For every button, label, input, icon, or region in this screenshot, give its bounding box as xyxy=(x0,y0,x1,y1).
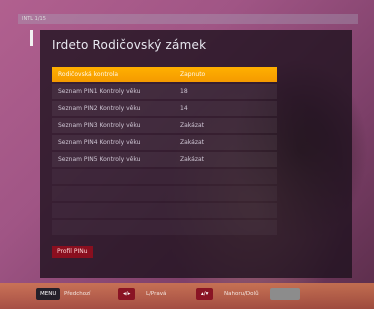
settings-menu: Rodičovská kontrola Zapnuto Seznam PIN1 … xyxy=(52,67,277,237)
menu-row-empty xyxy=(52,220,277,235)
page-title: Irdeto Rodičovský zámek xyxy=(52,38,207,52)
menu-row-value: Zakázat xyxy=(180,139,205,146)
menu-row-pin3[interactable]: Seznam PIN3 Kontroly věku Zakázat xyxy=(52,118,277,133)
menu-row-empty xyxy=(52,186,277,201)
menu-row-label: Seznam PIN1 Kontroly věku xyxy=(58,88,141,95)
left-right-key-label: L/Pravá xyxy=(146,291,167,297)
up-down-key[interactable]: ▴/▾ xyxy=(196,288,214,300)
menu-row-empty xyxy=(52,203,277,218)
exit-key[interactable] xyxy=(270,288,300,300)
menu-row-label: Seznam PIN3 Kontroly věku xyxy=(58,122,141,129)
menu-key-label: Předchozí xyxy=(64,291,91,297)
menu-row-value: Zakázat xyxy=(180,122,205,129)
status-strip-text: INTL 1/15 xyxy=(22,16,46,22)
pin-profile-button[interactable]: Profil PINu xyxy=(52,246,93,258)
menu-key[interactable]: MENU xyxy=(36,288,61,300)
channel-indicator xyxy=(30,30,33,46)
menu-row-pin2[interactable]: Seznam PIN2 Kontroly věku 14 xyxy=(52,101,277,116)
menu-row-value: Zakázat xyxy=(180,156,205,163)
menu-row-parental-control[interactable]: Rodičovská kontrola Zapnuto xyxy=(52,67,277,82)
up-down-key-label: Nahoru/Dolů xyxy=(224,291,259,297)
menu-row-label: Seznam PIN5 Kontroly věku xyxy=(58,156,141,163)
menu-row-pin4[interactable]: Seznam PIN4 Kontroly věku Zakázat xyxy=(52,135,277,150)
menu-row-label: Seznam PIN4 Kontroly věku xyxy=(58,139,141,146)
top-status-strip: INTL 1/15 xyxy=(18,14,358,24)
menu-row-label: Rodičovská kontrola xyxy=(58,71,119,78)
left-right-key[interactable]: ◂/▸ xyxy=(118,288,136,300)
menu-row-value: Zapnuto xyxy=(180,71,206,78)
menu-row-pin5[interactable]: Seznam PIN5 Kontroly věku Zakázat xyxy=(52,152,277,167)
menu-row-empty xyxy=(52,169,277,184)
menu-row-pin1[interactable]: Seznam PIN1 Kontroly věku 18 xyxy=(52,84,277,99)
menu-row-value: 14 xyxy=(180,105,188,112)
menu-row-label: Seznam PIN2 Kontroly věku xyxy=(58,105,141,112)
menu-row-value: 18 xyxy=(180,88,188,95)
